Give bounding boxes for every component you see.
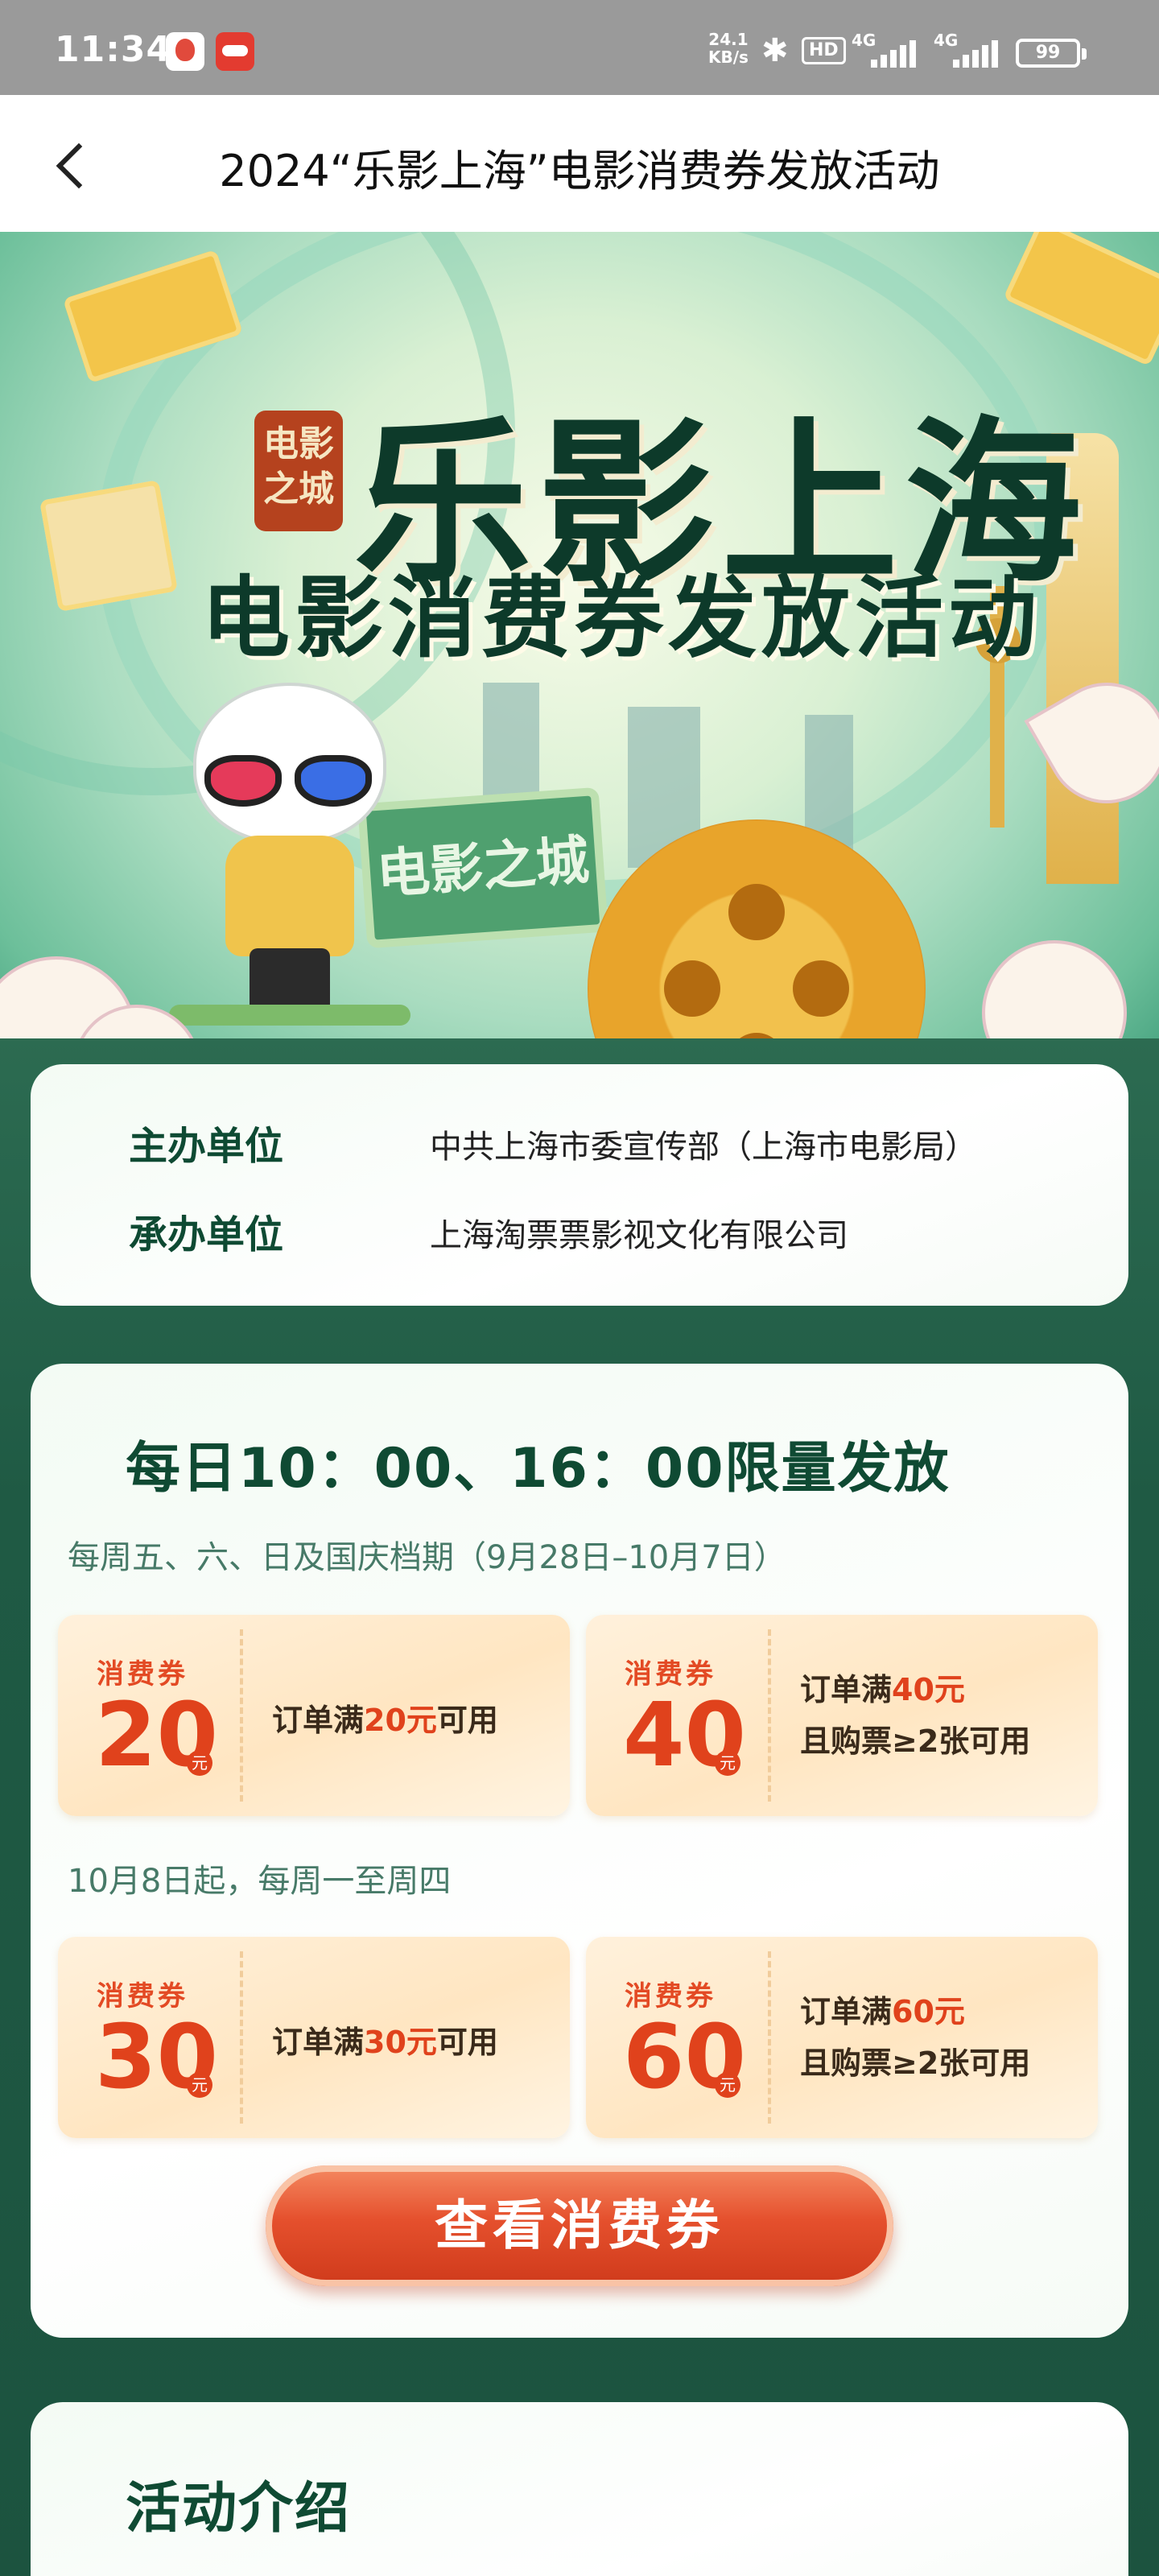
yuan-badge: 元 xyxy=(187,2072,212,2098)
coupon-card[interactable]: 消费券 40 元 订单满40元 且购票≥2张可用 xyxy=(586,1615,1098,1816)
organizer-label: 承办单位 xyxy=(117,1203,311,1264)
coupon-condition: 订单满30元可用 xyxy=(272,2025,498,2060)
status-bar: 11:34 24.1 KB/s ✱ HD 4G 4G 99 xyxy=(0,0,1159,95)
network-speed-value: 24.1 xyxy=(708,30,749,49)
coupon-condition: 订单满60元 xyxy=(800,1994,965,2029)
coupon-card[interactable]: 消费券 20 元 订单满20元可用 xyxy=(58,1615,570,1816)
hd-voice-badge: HD xyxy=(802,37,846,64)
intro-section-title: 活动介绍 xyxy=(113,2463,405,2546)
organizers-card: 主办单位 中共上海市委宣传部（上海市电影局） 承办单位 上海淘票票影视文化有限公… xyxy=(31,1064,1128,1306)
hero-banner: 电影之城 乐影上海 电影消费券发放活动 电影之城 xyxy=(0,232,1159,1103)
period-label: 每周五、六、日及国庆档期（9月28日–10月7日） xyxy=(68,1539,786,1576)
magnolia-decoration-4 xyxy=(1024,660,1159,826)
coupon-card[interactable]: 消费券 60 元 订单满60元 且购票≥2张可用 xyxy=(586,1937,1098,2138)
bluetooth-icon: ✱ xyxy=(761,32,789,69)
signal-icon: 4G xyxy=(852,31,924,69)
yuan-badge: 元 xyxy=(715,2072,740,2098)
coupon-condition: 订单满40元 xyxy=(800,1672,965,1707)
yuan-badge: 元 xyxy=(187,1750,212,1776)
intro-card: 活动介绍 xyxy=(31,2402,1128,2576)
coupon-card[interactable]: 消费券 30 元 订单满30元可用 xyxy=(58,1937,570,2138)
notification-app-icon-2 xyxy=(216,32,254,71)
organizer-value: 中共上海市委宣传部（上海市电影局） xyxy=(430,1129,977,1166)
mascot-illustration xyxy=(169,683,410,1053)
notification-app-icon xyxy=(166,32,204,71)
yuan-badge: 元 xyxy=(715,1750,740,1776)
period-label: 10月8日起，每周一至周四 xyxy=(68,1863,452,1900)
network-speed: 24.1 KB/s xyxy=(708,31,749,66)
organizer-row: 主办单位 中共上海市委宣传部（上海市电影局） xyxy=(31,1114,1128,1179)
battery-icon: 99 xyxy=(1016,39,1087,68)
network-speed-unit: KB/s xyxy=(708,47,749,67)
organizer-row: 承办单位 上海淘票票影视文化有限公司 xyxy=(31,1203,1128,1267)
organizer-value: 上海淘票票影视文化有限公司 xyxy=(430,1217,848,1254)
coupon-condition-line2: 且购票≥2张可用 xyxy=(800,1724,1031,1759)
nav-bar: 2024“乐影上海”电影消费券发放活动 xyxy=(0,95,1159,232)
view-coupons-button[interactable]: 查看消费券 xyxy=(266,2165,893,2286)
coupons-section-title: 每日10：00、16：00限量发放 xyxy=(114,1423,951,1506)
organizer-label: 主办单位 xyxy=(117,1114,311,1175)
page-title: 2024“乐影上海”电影消费券发放活动 xyxy=(219,146,940,196)
signal-icon-2: 4G xyxy=(934,31,1006,69)
sim2-network-type: 4G xyxy=(934,31,959,50)
coupon-condition-line2: 且购票≥2张可用 xyxy=(800,2046,1031,2081)
hero-subtitle: 电影消费券发放活动 xyxy=(201,566,1041,670)
ticket-decoration-2 xyxy=(1003,232,1159,367)
seal-logo: 电影之城 xyxy=(254,411,343,531)
coupon-condition: 订单满20元可用 xyxy=(272,1703,498,1738)
status-time: 11:34 xyxy=(55,29,172,70)
sim1-network-type: 4G xyxy=(852,31,876,50)
clapperboard-decoration xyxy=(39,480,179,612)
